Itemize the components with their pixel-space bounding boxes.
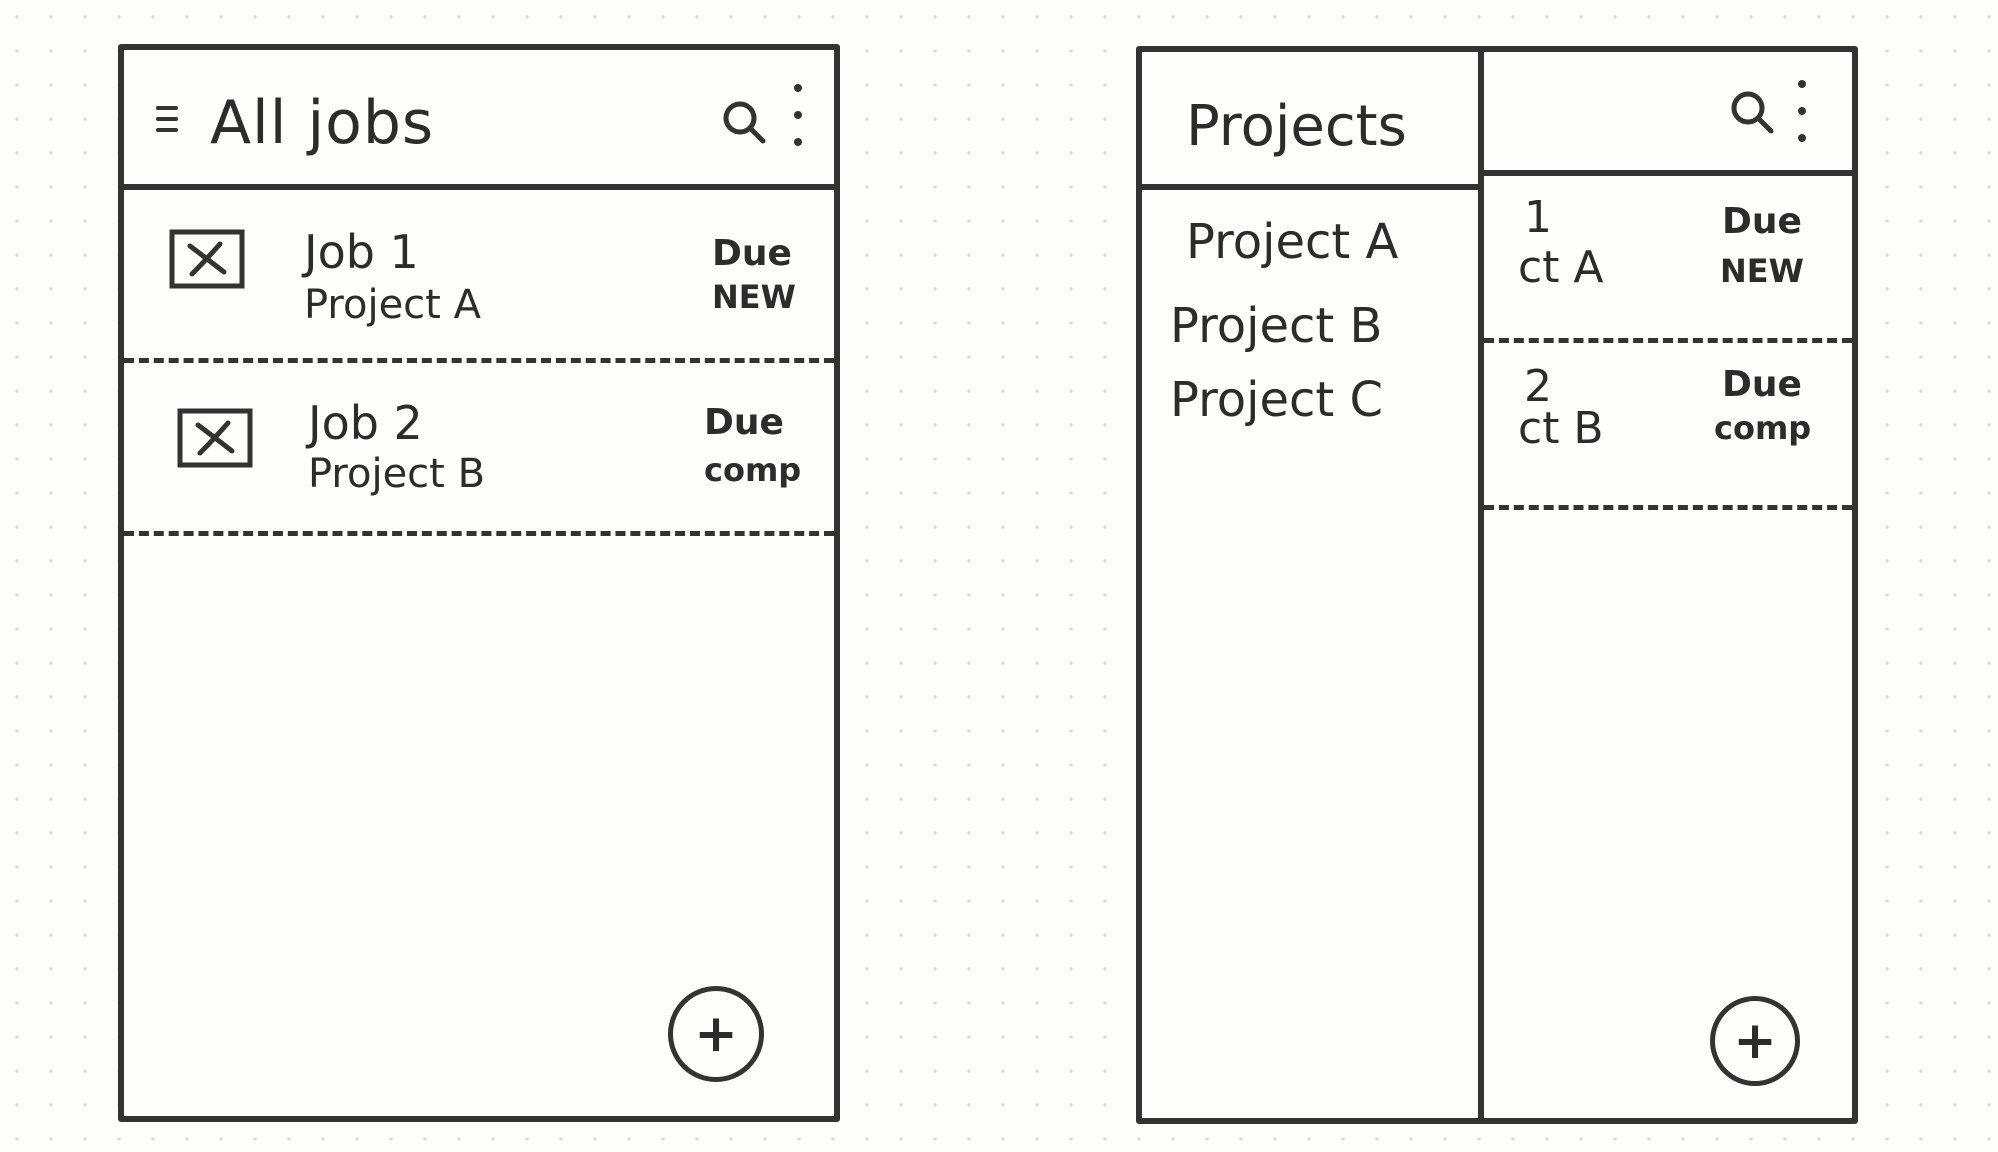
all-jobs-screen: All jobs Job 1 Project A Due NEW Job 2 P… [118, 44, 840, 1122]
job-due-label: Due [712, 233, 792, 274]
job-status: NEW [1720, 252, 1804, 290]
more-vert-icon[interactable] [1794, 80, 1810, 152]
project-list-item[interactable]: Project A [1186, 214, 1398, 270]
job-title: Job 1 [304, 225, 419, 279]
project-list-item[interactable]: Project C [1170, 372, 1383, 428]
job-status: comp [704, 451, 802, 489]
search-icon[interactable] [720, 98, 768, 146]
projects-pane: Projects Project A Project B Project C [1142, 52, 1484, 1118]
job-checkbox[interactable] [176, 407, 254, 469]
job-status: comp [1714, 409, 1812, 447]
job-title: Job 2 [308, 396, 423, 450]
job-list-item[interactable]: 1 ct A Due NEW [1484, 176, 1852, 343]
add-job-fab[interactable]: + [668, 986, 764, 1082]
projects-pane-title: Projects [1186, 94, 1407, 159]
page-title: All jobs [210, 88, 435, 158]
job-project: ct B [1518, 403, 1604, 454]
jobs-detail-pane: 1 ct A Due NEW 2 ct B Due comp + [1484, 52, 1852, 1118]
job-project: Project A [304, 282, 481, 328]
job-list-item[interactable]: Job 2 Project B Due comp [124, 363, 834, 536]
job-project: ct A [1518, 242, 1604, 293]
search-icon[interactable] [1728, 88, 1776, 136]
job-list-item[interactable]: Job 1 Project A Due NEW [124, 190, 834, 363]
project-list-item[interactable]: Project B [1170, 298, 1382, 354]
job-number: 1 [1524, 192, 1552, 243]
job-list-item[interactable]: 2 ct B Due comp [1484, 343, 1852, 510]
job-due-label: Due [1722, 364, 1802, 405]
job-due-label: Due [704, 402, 784, 443]
job-checkbox[interactable] [168, 228, 246, 290]
add-job-fab[interactable]: + [1710, 996, 1800, 1086]
job-project: Project B [308, 451, 486, 497]
projects-pane-header: Projects [1142, 52, 1478, 190]
detail-app-bar [1484, 52, 1852, 176]
menu-icon[interactable] [156, 106, 178, 136]
projects-screen: Projects Project A Project B Project C 1… [1136, 46, 1858, 1124]
more-vert-icon[interactable] [790, 84, 806, 156]
job-due-label: Due [1722, 201, 1802, 242]
job-status: NEW [712, 278, 796, 316]
app-bar: All jobs [124, 50, 834, 190]
